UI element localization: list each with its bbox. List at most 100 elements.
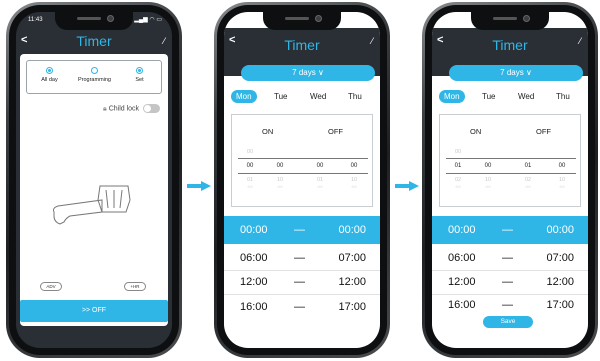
picker-on-minute[interactable]: 00 — [270, 163, 290, 169]
mode-programming[interactable]: Programming — [72, 67, 117, 83]
row-off-time: 07:00 — [546, 252, 574, 264]
picker-value: 0:0 — [317, 185, 323, 189]
row-off-time: 17:00 — [338, 301, 366, 313]
row-dash: — — [502, 252, 513, 264]
time-picker-card: ON OFF 00 00 00 00 00 01 10 01 10 0:0 0:… — [231, 114, 373, 207]
child-lock-label: Child lock — [108, 105, 140, 113]
row-off-time: 12:00 — [546, 276, 574, 288]
picker-value: 0:0 — [247, 185, 253, 189]
signal-wifi-battery-icon: ▂▄▆ ◠ ▭ — [134, 17, 162, 23]
timer-card: All day Programming Set 🔒︎ Child lock AD… — [20, 54, 168, 326]
time-picker-card: ON OFF 00 01 00 01 00 02 10 02 10 0:0 0:… — [439, 114, 581, 207]
picker-value: 01 — [246, 177, 254, 183]
picker-value: 01 — [316, 177, 324, 183]
notch — [263, 12, 341, 30]
row-off-time: 17:00 — [546, 299, 574, 311]
tab-thu[interactable]: Thu — [556, 92, 570, 101]
schedule-row[interactable]: 12:00 — 12:00 — [432, 270, 588, 294]
picker-value: 00 — [246, 149, 254, 155]
child-lock-toggle[interactable] — [143, 104, 160, 113]
picker-off-hour[interactable]: 00 — [310, 163, 330, 169]
edit-icon[interactable]: ⁄ — [163, 36, 165, 46]
radio-icon — [136, 67, 143, 74]
row-off-time: 07:00 — [338, 252, 366, 264]
status-time: 11:43 — [444, 17, 459, 23]
row-on-time: 06:00 — [240, 252, 268, 264]
tab-tue[interactable]: Tue — [482, 92, 496, 101]
plus-hour-button[interactable]: +HR — [124, 282, 146, 291]
mode-set[interactable]: Set — [117, 67, 162, 83]
picker-value: 00 — [454, 149, 462, 155]
schedule-row-selected[interactable]: 00:00 — 00:00 — [432, 216, 588, 244]
picker-on-hour[interactable]: 01 — [448, 163, 468, 169]
status-time: 11:43 — [28, 17, 43, 23]
mode-label: Programming — [77, 77, 111, 83]
schedule-row-selected[interactable]: 00:00 — 00:00 — [224, 216, 380, 244]
schedule-row[interactable]: 16:00 — 17:00 — [224, 295, 380, 319]
picker-value: 0:0 — [277, 185, 283, 189]
phone-1: 11:43 ▂▄▆ ◠ ▭ < Timer ⁄ All day Programm… — [6, 2, 182, 358]
tab-mon[interactable]: Mon — [231, 90, 257, 103]
signal-wifi-battery-icon: ▂▄▆ ◠ ▭ — [342, 17, 370, 23]
picker-off-hour[interactable]: 01 — [518, 163, 538, 169]
on-label: ON — [262, 127, 274, 136]
arrow-right-icon — [187, 181, 211, 191]
row-on-time: 00:00 — [240, 224, 268, 236]
edit-icon[interactable]: ⁄ — [371, 36, 373, 46]
picker-off-minute[interactable]: 00 — [344, 163, 364, 169]
row-dash: — — [502, 224, 513, 236]
mode-all-day[interactable]: All day — [27, 67, 72, 83]
tab-tue[interactable]: Tue — [274, 92, 288, 101]
screen-timer-modes: 11:43 ▂▄▆ ◠ ▭ < Timer ⁄ All day Programm… — [16, 12, 172, 348]
picker-value: 0:0 — [525, 185, 531, 189]
radio-icon — [91, 67, 98, 74]
row-off-time: 00:00 — [338, 224, 366, 236]
page-title: Timer — [284, 37, 320, 53]
edit-icon[interactable]: ⁄ — [579, 36, 581, 46]
picker-on-hour[interactable]: 00 — [240, 163, 260, 169]
screen-weekly-schedule-save: < Timer ⁄ 11:43 ▂▄▆ ◠ ▭ 7 days ∨ Mon Tue… — [432, 12, 588, 348]
row-off-time: 00:00 — [546, 224, 574, 236]
signal-wifi-battery-icon: ▂▄▆ ◠ ▭ — [550, 17, 578, 23]
tab-wed[interactable]: Wed — [518, 92, 534, 101]
picker-value: 0:0 — [351, 185, 357, 189]
mode-selector: All day Programming Set — [26, 60, 162, 94]
off-button[interactable]: >> OFF — [20, 300, 168, 322]
row-dash: — — [502, 299, 513, 311]
page-title: Timer — [76, 33, 112, 49]
row-dash: — — [294, 252, 305, 264]
screen-weekly-schedule: < Timer ⁄ 11:43 ▂▄▆ ◠ ▭ 7 days ∨ Mon Tue… — [224, 12, 380, 348]
days-dropdown[interactable]: 7 days ∨ — [449, 65, 583, 81]
radio-icon — [46, 67, 53, 74]
picker-off-minute[interactable]: 00 — [552, 163, 572, 169]
phone-2: < Timer ⁄ 11:43 ▂▄▆ ◠ ▭ 7 days ∨ Mon Tue… — [214, 2, 390, 358]
schedule-row[interactable]: 06:00 — 07:00 — [224, 246, 380, 270]
adv-button[interactable]: ADV — [40, 282, 62, 291]
row-dash: — — [294, 224, 305, 236]
row-off-time: 12:00 — [338, 276, 366, 288]
arrow-right-icon — [395, 181, 419, 191]
tab-wed[interactable]: Wed — [310, 92, 326, 101]
child-lock: 🔒︎ Child lock — [103, 104, 160, 113]
row-dash: — — [294, 276, 305, 288]
schedule-row[interactable]: 16:00 — 17:00 — [432, 293, 588, 317]
picker-value: 0:0 — [485, 185, 491, 189]
header: < Timer ⁄ — [16, 28, 172, 52]
notch — [471, 12, 549, 30]
schedule-row[interactable]: 06:00 — 07:00 — [432, 246, 588, 270]
days-dropdown[interactable]: 7 days ∨ — [241, 65, 375, 81]
picker-value: 0:0 — [455, 185, 461, 189]
picker-value: 02 — [524, 177, 532, 183]
tab-thu[interactable]: Thu — [348, 92, 362, 101]
picker-value: 10 — [484, 177, 492, 183]
notch — [55, 12, 133, 30]
row-on-time: 12:00 — [448, 276, 476, 288]
picker-on-minute[interactable]: 00 — [478, 163, 498, 169]
row-dash: — — [502, 276, 513, 288]
tab-mon[interactable]: Mon — [439, 90, 465, 103]
schedule-row[interactable]: 12:00 — 12:00 — [224, 270, 380, 294]
lock-icon: 🔒︎ — [103, 105, 107, 113]
picker-value: 10 — [350, 177, 358, 183]
save-button[interactable]: Save — [483, 316, 533, 328]
off-label: OFF — [536, 127, 551, 136]
